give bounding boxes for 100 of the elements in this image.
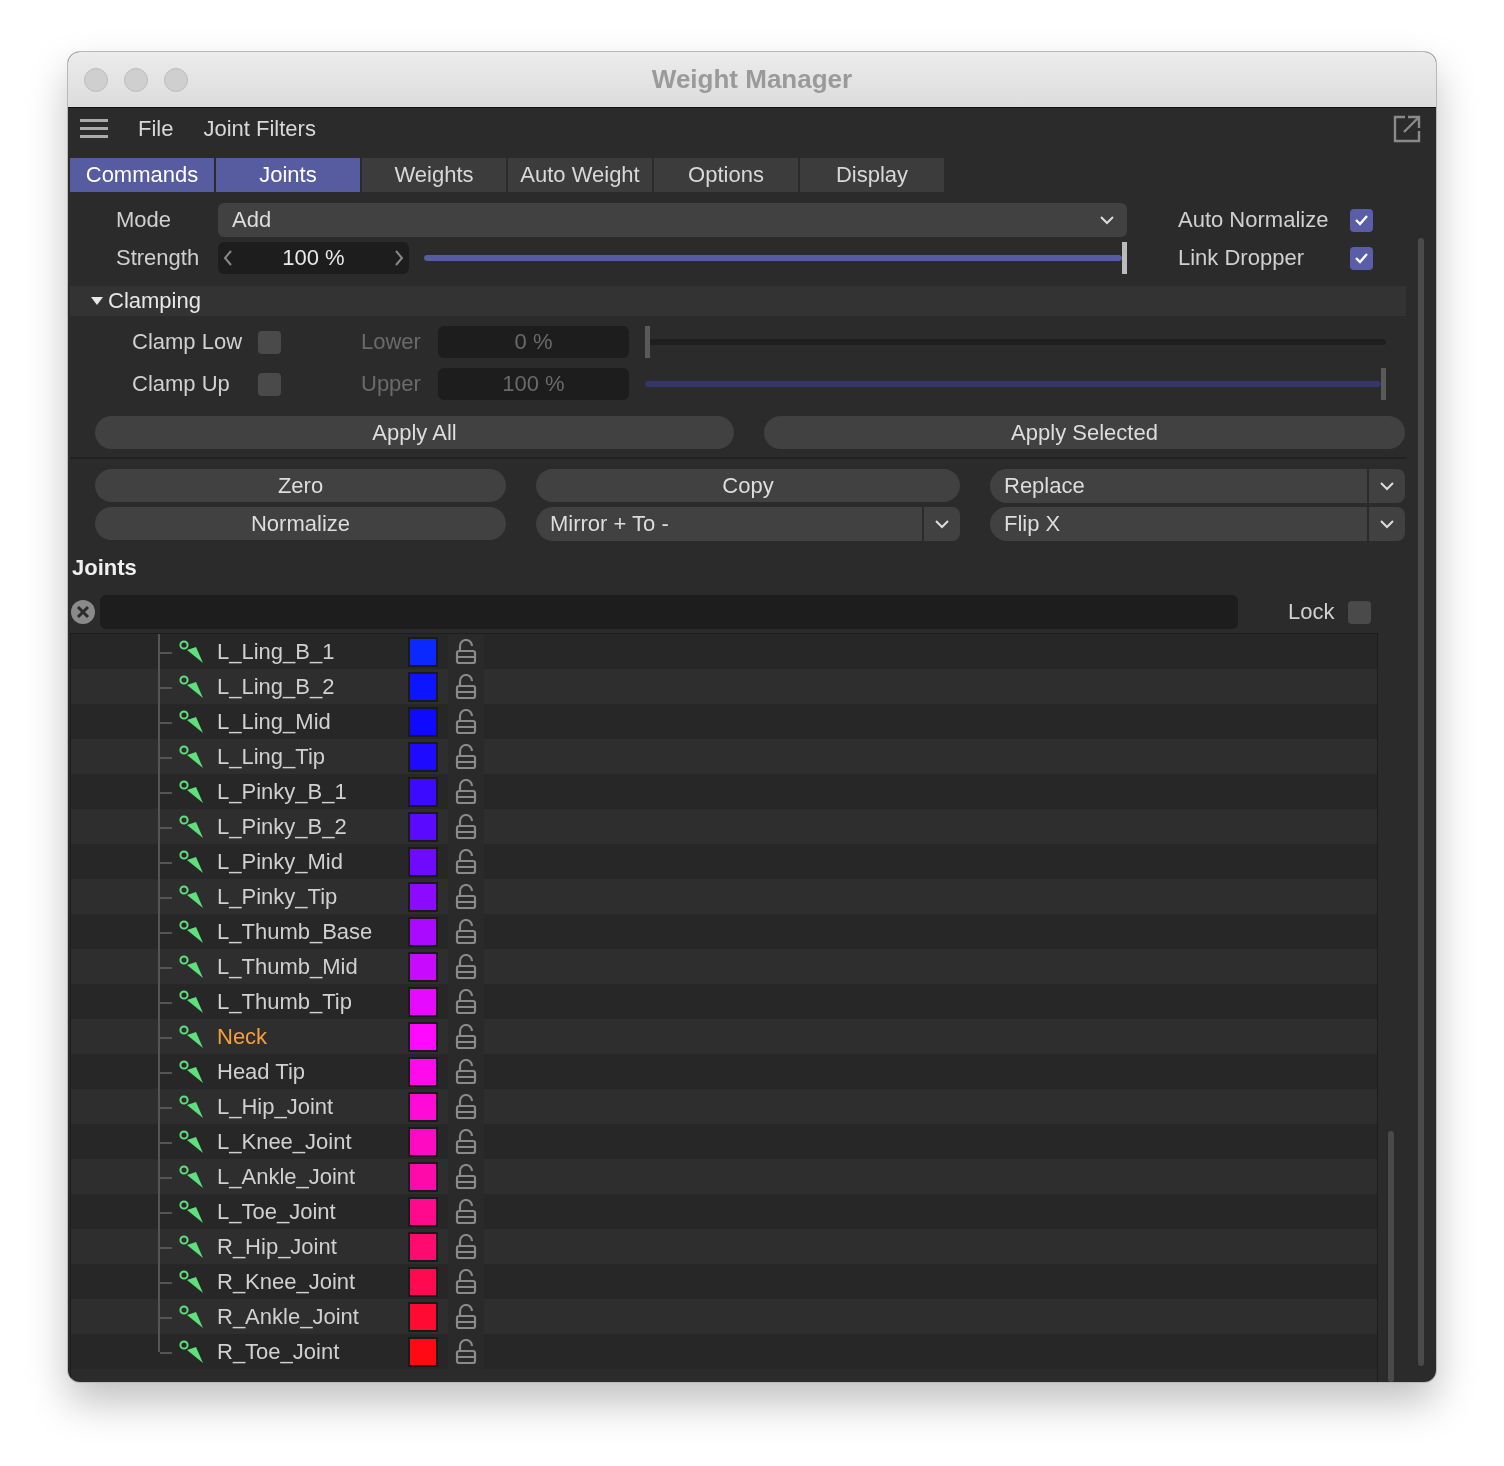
color-swatch[interactable] (408, 1126, 438, 1157)
menu-item[interactable]: File (138, 116, 174, 142)
color-swatch[interactable] (408, 811, 438, 842)
command-button[interactable]: Copy (536, 469, 960, 502)
checkbox[interactable] (1350, 208, 1373, 232)
tab[interactable]: Display (800, 158, 944, 192)
tab[interactable]: Weights (362, 158, 506, 192)
command-button[interactable]: Normalize (95, 507, 506, 540)
color-swatch[interactable] (408, 916, 438, 947)
joint-name[interactable]: R_Toe_Joint (217, 1338, 408, 1365)
triangle-down-icon[interactable] (90, 295, 104, 307)
unlocked-lock-icon[interactable] (455, 1233, 477, 1260)
unlocked-lock-icon[interactable] (455, 883, 477, 910)
unlocked-lock-icon[interactable] (455, 1058, 477, 1085)
color-swatch[interactable] (408, 1231, 438, 1262)
joint-name[interactable]: L_Ling_B_2 (217, 673, 408, 700)
unlocked-lock-icon[interactable] (455, 708, 477, 735)
joint-name[interactable]: L_Pinky_B_1 (217, 778, 408, 805)
color-swatch[interactable] (408, 846, 438, 877)
checkbox[interactable] (258, 330, 281, 354)
apply-button[interactable]: Apply Selected (764, 416, 1405, 449)
unlocked-lock-icon[interactable] (455, 848, 477, 875)
color-swatch[interactable] (408, 741, 438, 772)
unlocked-lock-icon[interactable] (455, 638, 477, 665)
joint-name[interactable]: R_Knee_Joint (217, 1268, 408, 1295)
checkbox[interactable] (258, 372, 281, 396)
joint-name[interactable]: L_Toe_Joint (217, 1198, 408, 1225)
unlocked-lock-icon[interactable] (455, 1268, 477, 1295)
mode-dropdown[interactable]: Add (218, 203, 1127, 237)
color-swatch[interactable] (408, 671, 438, 702)
unlocked-lock-icon[interactable] (455, 743, 477, 770)
tab[interactable]: Options (654, 158, 798, 192)
scrollbar[interactable] (1418, 238, 1424, 1366)
slider-thumb[interactable] (1381, 368, 1386, 400)
apply-button[interactable]: Apply All (95, 416, 734, 449)
menu-item[interactable]: Joint Filters (203, 116, 316, 142)
joint-name[interactable]: Head Tip (217, 1058, 408, 1085)
joint-name[interactable]: R_Hip_Joint (217, 1233, 408, 1260)
joint-name[interactable]: L_Thumb_Base (217, 918, 408, 945)
color-swatch[interactable] (408, 1161, 438, 1192)
unlocked-lock-icon[interactable] (455, 778, 477, 805)
joint-name[interactable]: L_Thumb_Mid (217, 953, 408, 980)
command-button[interactable]: Zero (95, 469, 506, 502)
clear-search-icon[interactable] (70, 599, 96, 625)
color-swatch[interactable] (408, 1301, 438, 1332)
color-swatch[interactable] (408, 986, 438, 1017)
joint-name[interactable]: L_Ling_Mid (217, 708, 408, 735)
joint-name[interactable]: Neck (217, 1023, 408, 1050)
number-field[interactable]: 100 % (218, 242, 409, 274)
unlocked-lock-icon[interactable] (455, 673, 477, 700)
chevron-right-icon[interactable] (393, 249, 405, 267)
color-swatch[interactable] (408, 1266, 438, 1297)
checkbox[interactable] (1348, 600, 1371, 624)
scrollbar[interactable] (1388, 1131, 1394, 1382)
unlocked-lock-icon[interactable] (455, 1303, 477, 1330)
command-dropdown[interactable]: Flip X (990, 507, 1405, 541)
slider[interactable] (424, 241, 1127, 275)
color-swatch[interactable] (408, 1336, 438, 1367)
unlocked-lock-icon[interactable] (455, 918, 477, 945)
color-swatch[interactable] (408, 951, 438, 982)
unlocked-lock-icon[interactable] (455, 1338, 477, 1365)
tab[interactable]: Commands (70, 158, 214, 192)
color-swatch[interactable] (408, 776, 438, 807)
unlocked-lock-icon[interactable] (455, 1093, 477, 1120)
slider-thumb[interactable] (1122, 242, 1127, 274)
slider[interactable] (645, 367, 1386, 401)
joint-name[interactable]: L_Pinky_B_2 (217, 813, 408, 840)
slider-thumb[interactable] (645, 326, 650, 358)
unlocked-lock-icon[interactable] (455, 988, 477, 1015)
section-header[interactable]: Clamping (70, 286, 1406, 316)
joint-name[interactable]: L_Ling_B_1 (217, 638, 408, 665)
checkbox[interactable] (1350, 246, 1373, 270)
joint-name[interactable]: L_Thumb_Tip (217, 988, 408, 1015)
slider[interactable] (645, 325, 1386, 359)
color-swatch[interactable] (408, 1091, 438, 1122)
joint-name[interactable]: L_Pinky_Tip (217, 883, 408, 910)
joint-name[interactable]: L_Knee_Joint (217, 1128, 408, 1155)
command-dropdown[interactable]: Mirror + To - (536, 507, 960, 541)
menu-icon[interactable] (80, 119, 108, 139)
unlocked-lock-icon[interactable] (455, 1198, 477, 1225)
unlocked-lock-icon[interactable] (455, 1023, 477, 1050)
color-swatch[interactable] (408, 636, 438, 667)
command-dropdown[interactable]: Replace (990, 469, 1405, 503)
color-swatch[interactable] (408, 1056, 438, 1087)
unlocked-lock-icon[interactable] (455, 1163, 477, 1190)
pop-out-icon[interactable] (1392, 114, 1422, 144)
joint-name[interactable]: L_Pinky_Mid (217, 848, 408, 875)
joint-name[interactable]: R_Ankle_Joint (217, 1303, 408, 1330)
color-swatch[interactable] (408, 706, 438, 737)
joint-name[interactable]: L_Hip_Joint (217, 1093, 408, 1120)
color-swatch[interactable] (408, 881, 438, 912)
color-swatch[interactable] (408, 1196, 438, 1227)
chevron-left-icon[interactable] (222, 249, 234, 267)
tab[interactable]: Joints (216, 158, 360, 192)
color-swatch[interactable] (408, 1021, 438, 1052)
unlocked-lock-icon[interactable] (455, 953, 477, 980)
tab[interactable]: Auto Weight (508, 158, 652, 192)
unlocked-lock-icon[interactable] (455, 813, 477, 840)
joint-name[interactable]: L_Ling_Tip (217, 743, 408, 770)
unlocked-lock-icon[interactable] (455, 1128, 477, 1155)
